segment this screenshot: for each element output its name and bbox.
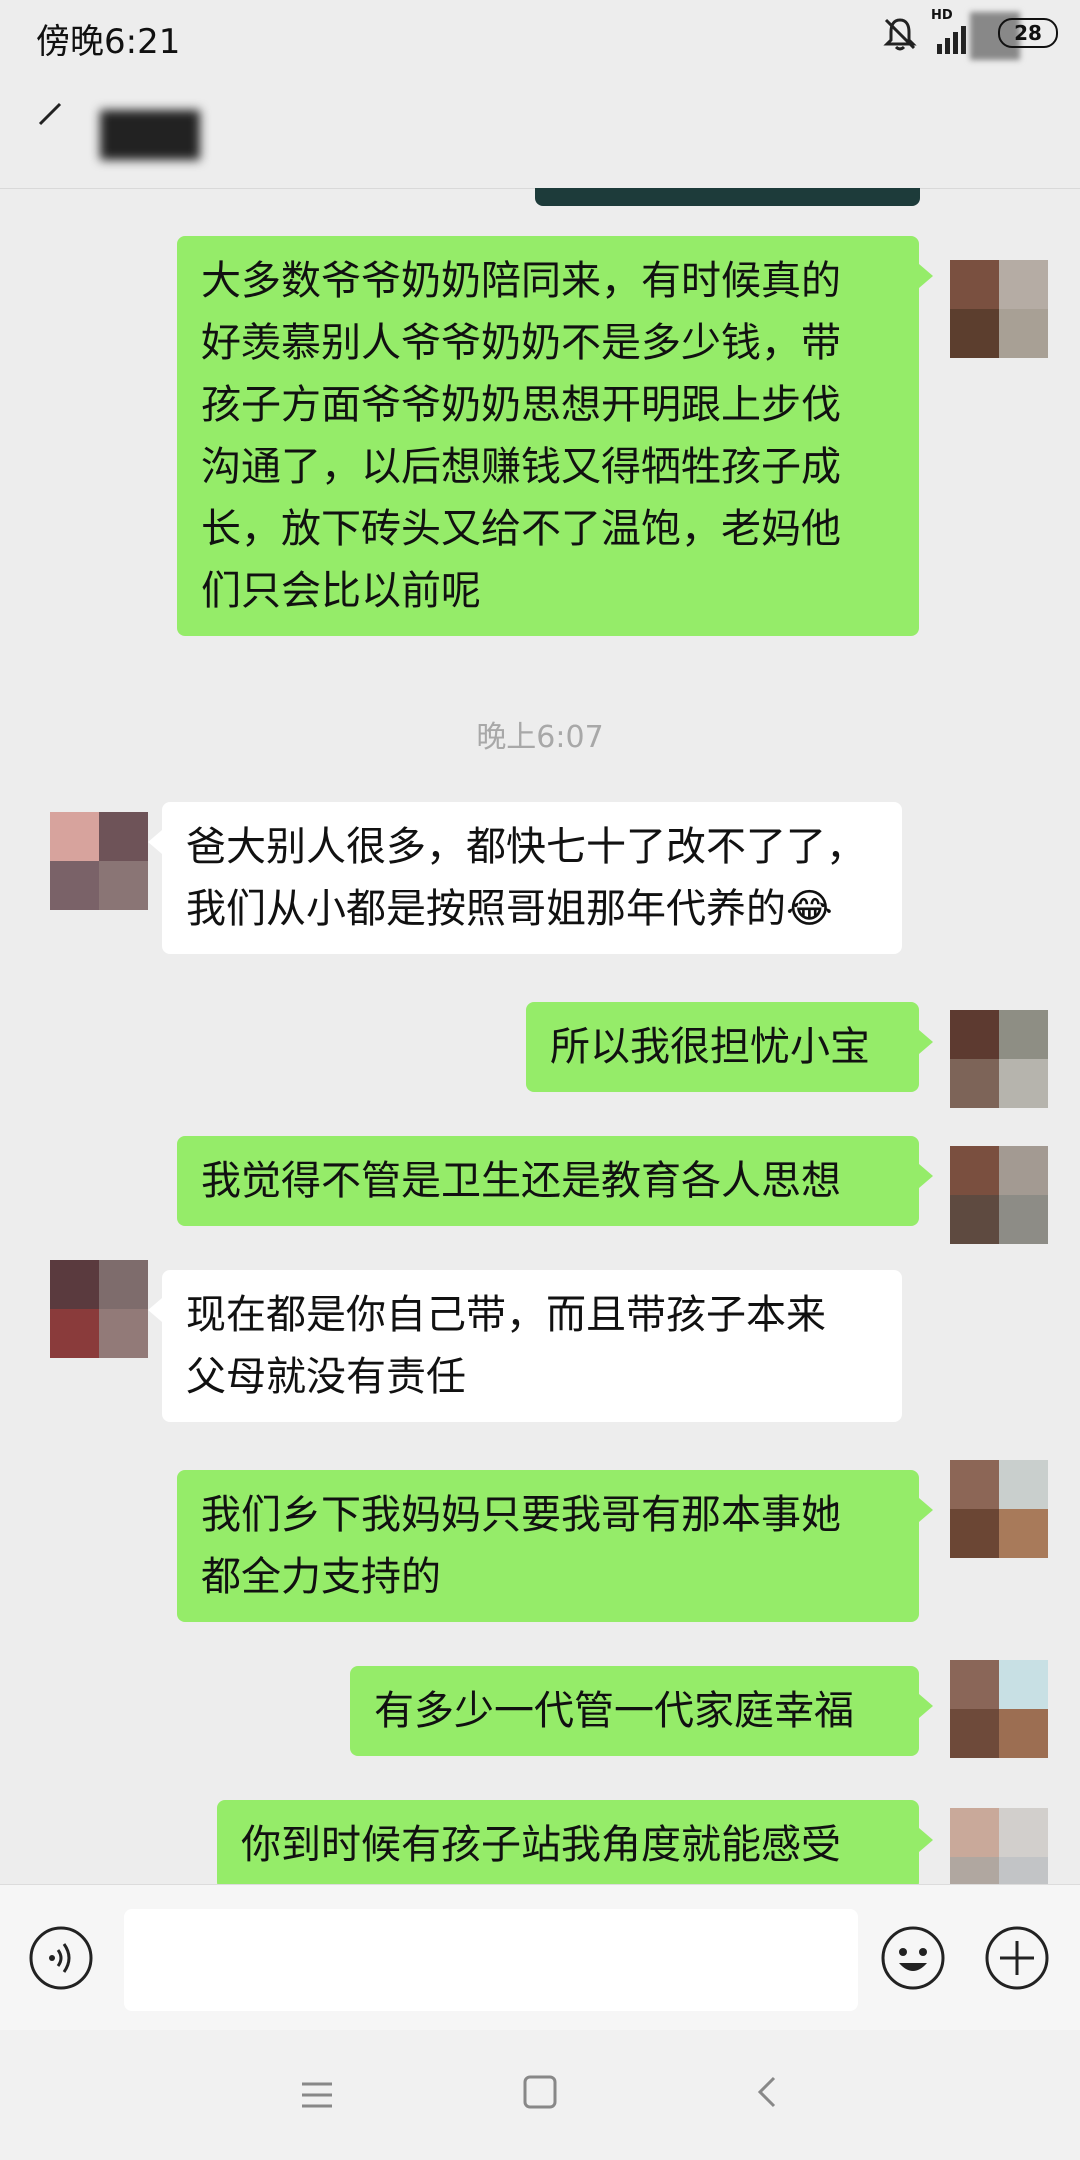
my-avatar[interactable]: [950, 260, 1048, 358]
my-avatar[interactable]: [950, 1010, 1048, 1108]
back-arrow-icon[interactable]: [36, 100, 66, 134]
message-bubble-sent[interactable]: 有多少一代管一代家庭幸福: [350, 1666, 933, 1756]
message-timestamp: 晚上6:07: [476, 720, 604, 755]
message-bubble-sent[interactable]: 我觉得不管是卫生还是教育各人思想: [177, 1136, 933, 1226]
system-nav-bar: [0, 2030, 1080, 2160]
mute-bell-icon: [880, 14, 920, 58]
plus-icon[interactable]: [984, 1925, 1050, 1991]
my-avatar[interactable]: [950, 1146, 1048, 1244]
message-bubble-sent[interactable]: 所以我很担忧小宝: [526, 1002, 933, 1092]
input-bar: [0, 1884, 1080, 2031]
message-input[interactable]: [124, 1909, 858, 2011]
my-avatar[interactable]: [950, 1808, 1048, 1884]
status-time: 傍晚6:21: [36, 22, 181, 62]
message-bubble-sent[interactable]: 你到时候有孩子站我角度就能感受: [217, 1800, 933, 1884]
message-bubble-received[interactable]: 爸大别人很多，都快七十了改不了了， 我们从小都是按照哥姐那年代养的😂: [148, 802, 902, 954]
signal-icon: HD: [931, 8, 975, 60]
chat-header: [0, 70, 1080, 189]
chat-area[interactable]: 大多数爷爷奶奶陪同来，有时候真的 好羡慕别人爷爷奶奶不是多少钱，带 孩子方面爷爷…: [0, 188, 1080, 1884]
home-icon[interactable]: [522, 2074, 558, 2114]
my-avatar[interactable]: [950, 1460, 1048, 1558]
status-bar: 傍晚6:21 HD 28: [0, 0, 1080, 70]
back-icon[interactable]: [752, 2074, 782, 2114]
voice-icon[interactable]: [28, 1925, 94, 1991]
contact-avatar[interactable]: [50, 1260, 148, 1358]
chat-title-redacted: [100, 110, 200, 160]
my-avatar[interactable]: [950, 1660, 1048, 1758]
battery-indicator: 28: [998, 18, 1058, 48]
message-bubble-sent[interactable]: 我们乡下我妈妈只要我哥有那本事她 都全力支持的: [177, 1470, 933, 1622]
message-bubble-sent[interactable]: 大多数爷爷奶奶陪同来，有时候真的 好羡慕别人爷爷奶奶不是多少钱，带 孩子方面爷爷…: [177, 236, 933, 636]
menu-icon[interactable]: [300, 2078, 334, 2116]
contact-avatar[interactable]: [50, 812, 148, 910]
message-bubble-received[interactable]: 现在都是你自己带，而且带孩子本来 父母就没有责任: [148, 1270, 902, 1422]
emoji-icon[interactable]: [880, 1925, 946, 1991]
image-message-edge[interactable]: [535, 188, 920, 206]
